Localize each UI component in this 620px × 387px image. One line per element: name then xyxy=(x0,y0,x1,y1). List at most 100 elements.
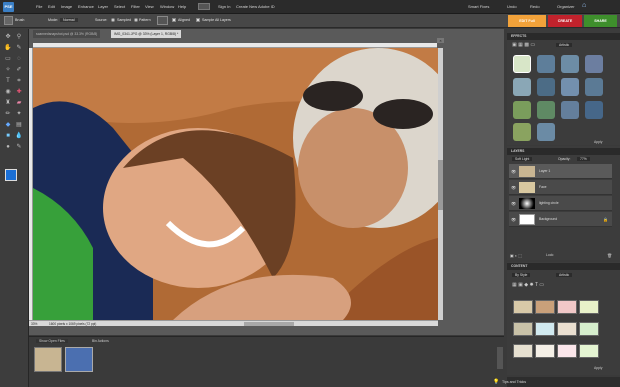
layer-row-1[interactable]: 👁 Layer 1 xyxy=(509,164,612,179)
layers-header[interactable]: LAYERS xyxy=(507,148,620,155)
magic-wand-tool-icon[interactable]: ✧ xyxy=(4,66,12,74)
clone-stamp-icon[interactable] xyxy=(4,16,13,25)
tab-share[interactable]: SHARE xyxy=(584,15,617,27)
content-thumb-10[interactable] xyxy=(535,344,555,358)
move-tool-icon[interactable]: ✥ xyxy=(4,33,12,41)
bin-thumbnail-1[interactable] xyxy=(34,347,62,372)
blend-mode-select[interactable]: Soft Light xyxy=(512,157,533,161)
show-open-files-select[interactable]: Show Open Files xyxy=(36,339,68,343)
sample-all-checkbox[interactable] xyxy=(196,18,200,22)
menu-layer[interactable]: Layer xyxy=(98,4,108,9)
eraser-tool-icon[interactable]: ▰ xyxy=(15,99,23,107)
effect-thumb-7[interactable] xyxy=(561,78,579,96)
effect-thumb-3[interactable] xyxy=(561,55,579,73)
aligned-checkbox[interactable] xyxy=(172,18,176,22)
effect-thumb-9[interactable] xyxy=(513,101,531,119)
content-thumb-4[interactable] xyxy=(579,300,599,314)
tips-link[interactable]: Tips and Tricks xyxy=(502,380,526,384)
bin-actions-menu[interactable]: Bin Actions xyxy=(92,339,109,343)
crop-tool-icon[interactable]: ⌗ xyxy=(15,77,23,85)
tab-create[interactable]: CREATE xyxy=(548,15,582,27)
gradient-tool-icon[interactable]: ▤ xyxy=(15,121,23,129)
photo-canvas[interactable] xyxy=(33,48,438,320)
effects-header[interactable]: EFFECTS xyxy=(507,33,620,40)
effects-filter-select[interactable]: Artistic xyxy=(556,43,573,47)
tab-edit-full[interactable]: EDIT Full xyxy=(508,15,546,27)
menu-view[interactable]: View xyxy=(145,4,154,9)
shape-tool-icon[interactable]: ■ xyxy=(4,132,12,140)
layer-row-3[interactable]: 👁 lighting circle xyxy=(509,196,612,211)
opacity-input[interactable]: 77% xyxy=(577,157,590,161)
menu-enhance[interactable]: Enhance xyxy=(78,4,94,9)
lasso-tool-icon[interactable]: ◌ xyxy=(15,55,23,63)
menu-edit[interactable]: Edit xyxy=(48,4,55,9)
type-tool-icon[interactable]: T xyxy=(4,77,12,85)
effect-thumb-4[interactable] xyxy=(585,55,603,73)
clone-stamp-tool-icon[interactable]: ♜ xyxy=(4,99,12,107)
visibility-eye-icon[interactable]: 👁 xyxy=(511,169,516,174)
content-thumb-2[interactable] xyxy=(535,300,555,314)
layer-row-4[interactable]: 👁 Background 🔒 xyxy=(509,212,612,227)
content-by-select[interactable]: By Style xyxy=(512,273,531,277)
layer-row-2[interactable]: 👁 Face xyxy=(509,180,612,195)
content-filter-select[interactable]: Artistic xyxy=(556,273,573,277)
bin-thumbnail-2[interactable] xyxy=(65,347,93,372)
effect-thumb-14[interactable] xyxy=(537,123,555,141)
marquee-tool-icon[interactable]: ▭ xyxy=(4,55,12,63)
workspace-switcher[interactable] xyxy=(198,3,210,10)
content-thumb-12[interactable] xyxy=(579,344,599,358)
content-thumb-7[interactable] xyxy=(557,322,577,336)
redo-button[interactable]: Redo xyxy=(530,4,540,9)
pencil-tool-icon[interactable]: ✎ xyxy=(15,143,23,151)
content-thumb-1[interactable] xyxy=(513,300,533,314)
content-apply-button[interactable]: Apply xyxy=(594,366,602,370)
blur-tool-icon[interactable]: 💧 xyxy=(15,132,23,140)
sampled-radio[interactable] xyxy=(111,18,115,22)
content-thumb-3[interactable] xyxy=(557,300,577,314)
healing-brush-tool-icon[interactable]: ✚ xyxy=(15,88,23,96)
effect-thumb-11[interactable] xyxy=(561,101,579,119)
home-icon[interactable]: ⌂ xyxy=(582,2,586,9)
effect-thumb-13[interactable] xyxy=(513,123,531,141)
effects-category-icons[interactable]: ▣ ▦ ▩ ▭ xyxy=(512,42,552,49)
visibility-eye-icon[interactable]: 👁 xyxy=(511,201,516,206)
undo-button[interactable]: Undo xyxy=(507,4,517,9)
bin-scrollbar[interactable] xyxy=(497,347,503,369)
effects-apply-button[interactable]: Apply xyxy=(594,140,602,144)
new-layer-icon[interactable]: ▣ ◐ ⬚ xyxy=(510,253,522,258)
content-type-icons[interactable]: ▦ ▣ ◆ ✹ T ▭ xyxy=(512,282,582,289)
menu-select[interactable]: Select xyxy=(114,4,125,9)
effect-thumb-2[interactable] xyxy=(537,55,555,73)
hand-tool-icon[interactable]: ✋ xyxy=(4,44,12,52)
content-thumb-11[interactable] xyxy=(557,344,577,358)
smart-brush-tool-icon[interactable]: ✦ xyxy=(15,110,23,118)
pattern-radio[interactable] xyxy=(134,18,138,22)
menu-help[interactable]: Help xyxy=(178,4,186,9)
foreground-color-swatch[interactable] xyxy=(5,169,17,181)
content-thumb-6[interactable] xyxy=(535,322,555,336)
effect-thumb-6[interactable] xyxy=(537,78,555,96)
zoom-level[interactable]: 33% xyxy=(31,321,37,327)
zoom-tool-icon[interactable]: ⚲ xyxy=(15,33,23,41)
mode-select[interactable]: Normal xyxy=(60,18,78,22)
effect-thumb-1[interactable] xyxy=(513,55,531,73)
menu-file[interactable]: File xyxy=(36,4,42,9)
doc-tab-2[interactable]: IMG_0341.JPG @ 33% (Layer 1, RGB/8) * xyxy=(111,30,182,38)
visibility-eye-icon[interactable]: 👁 xyxy=(511,185,516,190)
menu-filter[interactable]: Filter xyxy=(131,4,140,9)
red-eye-tool-icon[interactable]: ◉ xyxy=(4,88,12,96)
selection-brush-tool-icon[interactable]: ✐ xyxy=(15,66,23,74)
close-doc-icon[interactable]: × xyxy=(437,38,444,43)
doc-tab-1[interactable]: scannedsnapshot.psd @ 33.3% (RGB/8) xyxy=(33,30,101,38)
effect-thumb-10[interactable] xyxy=(537,101,555,119)
delete-layer-icon[interactable]: 🗑 xyxy=(607,253,612,258)
vertical-scroll-thumb[interactable] xyxy=(438,160,443,210)
brush-tool-icon[interactable]: ✏ xyxy=(4,110,12,118)
content-thumb-8[interactable] xyxy=(579,322,599,336)
menu-image[interactable]: Image xyxy=(61,4,72,9)
content-thumb-9[interactable] xyxy=(513,344,533,358)
visibility-eye-icon[interactable]: 👁 xyxy=(511,217,516,222)
effect-thumb-12[interactable] xyxy=(585,101,603,119)
effect-thumb-8[interactable] xyxy=(585,78,603,96)
pattern-swatch[interactable] xyxy=(157,16,168,25)
